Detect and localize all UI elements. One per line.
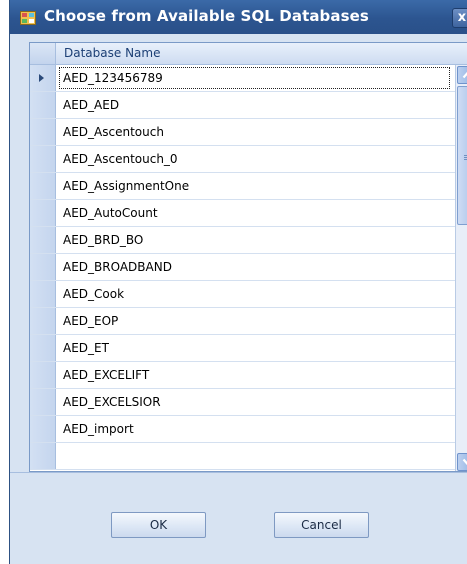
database-name-cell[interactable]: AED_EOP <box>57 308 452 334</box>
vertical-scrollbar[interactable] <box>455 65 467 471</box>
database-name-cell[interactable]: AED_import <box>57 416 452 442</box>
table-row[interactable]: AED_Ascentouch <box>30 119 467 146</box>
database-name-cell[interactable]: AED_Ascentouch <box>57 119 452 145</box>
database-name-cell[interactable]: AED_Ascentouch_0 <box>57 146 452 172</box>
row-header[interactable] <box>30 173 56 199</box>
window-title: Choose from Available SQL Databases <box>44 7 369 25</box>
database-grid[interactable]: Database Name AED_123456789 AED_AED AED_As… <box>29 42 467 472</box>
sql-database-window-icon <box>20 10 36 25</box>
database-name-cell[interactable]: AED_BROADBAND <box>57 254 452 280</box>
sql-database-dialog: Choose from Available SQL Databases x Da… <box>9 0 467 564</box>
database-name-cell[interactable]: AED_EXCELIFT <box>57 362 452 388</box>
grid-header: Database Name <box>30 43 467 65</box>
table-row[interactable]: AED_ET <box>30 335 467 362</box>
row-header[interactable] <box>30 281 56 307</box>
chevron-up-icon <box>462 71 467 79</box>
table-row[interactable]: AED_AutoCount <box>30 200 467 227</box>
column-header-database-name[interactable]: Database Name <box>64 46 160 60</box>
scroll-down-button[interactable] <box>457 453 467 471</box>
scroll-up-button[interactable] <box>457 66 467 84</box>
table-row[interactable]: AED_123456789 <box>30 65 467 92</box>
row-header[interactable] <box>30 65 56 91</box>
title-bar[interactable]: Choose from Available SQL Databases x <box>10 0 467 34</box>
database-name-cell[interactable]: AED_AssignmentOne <box>57 173 452 199</box>
current-row-arrow-icon <box>39 74 44 82</box>
row-header[interactable] <box>30 254 56 280</box>
grid-rows: AED_123456789 AED_AED AED_Ascentouch AED_As… <box>30 65 467 470</box>
table-row[interactable]: AED_AED <box>30 92 467 119</box>
row-header[interactable] <box>30 335 56 361</box>
database-name-cell[interactable]: AED_ET <box>57 335 452 361</box>
scroll-thumb[interactable] <box>457 86 467 225</box>
chevron-down-icon <box>462 458 467 466</box>
database-name-cell[interactable]: AED_BRD_BO <box>57 227 452 253</box>
table-row[interactable]: AED_BROADBAND <box>30 254 467 281</box>
row-header[interactable] <box>30 227 56 253</box>
table-row[interactable]: AED_BRD_BO <box>30 227 467 254</box>
cancel-button[interactable]: Cancel <box>274 512 369 538</box>
row-header[interactable] <box>30 308 56 334</box>
table-row[interactable]: AED_Ascentouch_0 <box>30 146 467 173</box>
table-row[interactable]: AED_import <box>30 416 467 443</box>
close-icon: x <box>457 10 467 25</box>
row-header[interactable] <box>30 416 56 442</box>
close-button[interactable]: x <box>452 8 467 28</box>
table-row[interactable]: AED_AssignmentOne <box>30 173 467 200</box>
table-row[interactable]: AED_EOP <box>30 308 467 335</box>
row-header[interactable] <box>30 200 56 226</box>
row-header[interactable] <box>30 362 56 388</box>
database-name-cell[interactable]: AED_EXCELSIOR <box>57 389 452 415</box>
table-row[interactable]: AED_EXCELSIOR <box>30 389 467 416</box>
database-name-cell[interactable]: AED_AutoCount <box>57 200 452 226</box>
table-row[interactable] <box>30 443 467 470</box>
database-name-cell[interactable]: AED_123456789 <box>57 65 452 91</box>
grid-corner-cell[interactable] <box>30 43 56 64</box>
row-header[interactable] <box>30 389 56 415</box>
row-header[interactable] <box>30 119 56 145</box>
ok-button[interactable]: OK <box>111 512 206 538</box>
row-header[interactable] <box>30 92 56 118</box>
row-header[interactable] <box>30 443 56 469</box>
database-name-cell[interactable]: AED_AED <box>57 92 452 118</box>
table-row[interactable]: AED_EXCELIFT <box>30 362 467 389</box>
dialog-footer: OK Cancel <box>10 472 467 564</box>
database-name-cell[interactable] <box>57 443 452 469</box>
database-name-cell[interactable]: AED_Cook <box>57 281 452 307</box>
table-row[interactable]: AED_Cook <box>30 281 467 308</box>
row-header[interactable] <box>30 146 56 172</box>
